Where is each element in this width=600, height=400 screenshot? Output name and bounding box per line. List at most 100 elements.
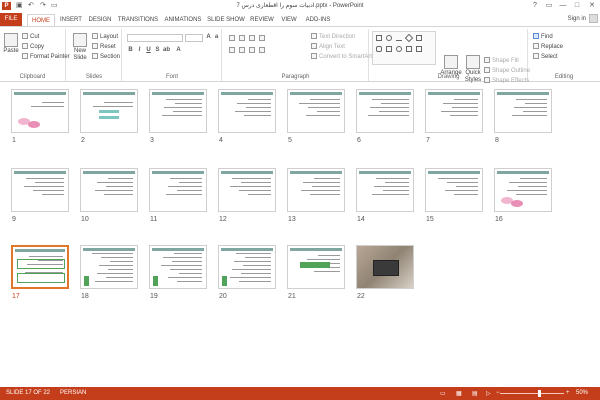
- slide-text-line: [166, 194, 202, 195]
- tab-review[interactable]: REVIEW: [249, 14, 275, 26]
- font-color-icon[interactable]: A: [175, 47, 182, 54]
- shape-line-icon[interactable]: [396, 35, 402, 41]
- avatar[interactable]: [589, 14, 598, 23]
- shape-outline-button[interactable]: Shape Outline: [484, 67, 530, 75]
- slide-thumbnail[interactable]: [494, 89, 552, 133]
- arrange-button[interactable]: Arrange: [440, 55, 462, 77]
- grow-font-icon[interactable]: A: [205, 34, 212, 41]
- strikethrough-icon[interactable]: ab: [163, 47, 170, 54]
- tab-insert[interactable]: INSERT: [58, 14, 84, 26]
- reset-button[interactable]: Reset: [92, 43, 116, 51]
- replace-button[interactable]: Replace: [533, 43, 563, 51]
- find-button[interactable]: Find: [533, 33, 553, 41]
- bullets-icon[interactable]: [229, 35, 235, 41]
- slide-text-line: [175, 103, 202, 104]
- slide-thumbnail[interactable]: [149, 168, 207, 212]
- cut-button[interactable]: Cut: [22, 33, 39, 41]
- format-painter-button[interactable]: Format Painter: [22, 53, 70, 61]
- align-center-icon[interactable]: [239, 47, 245, 53]
- shape-oval-icon[interactable]: [386, 35, 392, 41]
- copy-button[interactable]: Copy: [22, 43, 44, 51]
- align-right-icon[interactable]: [249, 47, 255, 53]
- zoom-slider-thumb[interactable]: [538, 390, 541, 397]
- convert-smartart-button[interactable]: Convert to SmartArt: [311, 53, 372, 61]
- sign-in-link[interactable]: Sign in: [568, 16, 586, 22]
- close-icon[interactable]: ✕: [585, 1, 599, 11]
- underline-icon[interactable]: U: [145, 47, 152, 54]
- zoom-out-button[interactable]: −: [496, 390, 500, 396]
- justify-icon[interactable]: [259, 47, 265, 53]
- slide-thumbnail[interactable]: [425, 168, 483, 212]
- italic-icon[interactable]: I: [136, 47, 143, 54]
- bold-icon[interactable]: B: [127, 47, 134, 54]
- maximize-icon[interactable]: □: [570, 1, 584, 11]
- slide-thumbnail[interactable]: [356, 245, 414, 289]
- zoom-slider[interactable]: [500, 393, 564, 394]
- slide-sorter-view-icon[interactable]: ▦: [456, 390, 462, 397]
- shape-fill-button[interactable]: Shape Fill: [484, 57, 519, 65]
- slide-thumbnail[interactable]: [149, 89, 207, 133]
- numbering-icon[interactable]: [239, 35, 245, 41]
- slide-thumbnail[interactable]: [218, 89, 276, 133]
- slide-thumbnail[interactable]: [218, 168, 276, 212]
- ribbon-display-icon[interactable]: ▭: [542, 1, 556, 11]
- shape-triangle-icon[interactable]: [386, 46, 392, 52]
- slide-thumbnail[interactable]: [80, 89, 138, 133]
- tab-view[interactable]: VIEW: [279, 14, 299, 26]
- align-text-button[interactable]: Align Text: [311, 43, 345, 51]
- shadow-icon[interactable]: S: [154, 47, 161, 54]
- shape-rounded-rect-icon[interactable]: [376, 46, 382, 52]
- align-left-icon[interactable]: [229, 47, 235, 53]
- increase-indent-icon[interactable]: [259, 35, 265, 41]
- slideshow-view-icon[interactable]: ▷: [486, 390, 491, 397]
- shape-diamond-icon[interactable]: [404, 33, 414, 43]
- zoom-in-button[interactable]: +: [566, 390, 570, 396]
- layout-button[interactable]: Layout: [92, 33, 118, 41]
- shapes-gallery[interactable]: [372, 31, 436, 65]
- shrink-font-icon[interactable]: a: [213, 34, 220, 41]
- normal-view-icon[interactable]: ▭: [440, 390, 446, 397]
- slide-thumbnail[interactable]: [356, 89, 414, 133]
- slide-thumbnail[interactable]: [11, 168, 69, 212]
- slide-thumbnail[interactable]: [80, 245, 138, 289]
- tab-file[interactable]: FILE: [0, 13, 22, 26]
- slide-thumbnail[interactable]: [11, 89, 69, 133]
- slide-text-line: [246, 107, 271, 108]
- tab-animations[interactable]: ANIMATIONS: [163, 14, 203, 26]
- slide-thumbnail[interactable]: [11, 245, 69, 289]
- tab-add-ins[interactable]: ADD-INS: [303, 14, 333, 26]
- select-button[interactable]: Select: [533, 53, 558, 61]
- slide-thumbnail[interactable]: [80, 168, 138, 212]
- help-icon[interactable]: ?: [528, 1, 542, 11]
- zoom-level[interactable]: 50%: [576, 390, 588, 396]
- minimize-icon[interactable]: —: [556, 1, 570, 11]
- quick-styles-button[interactable]: Quick Styles: [462, 55, 484, 84]
- slide-thumbnail[interactable]: [287, 245, 345, 289]
- paste-button[interactable]: Paste: [2, 33, 20, 55]
- language-indicator[interactable]: PERSIAN: [60, 390, 86, 396]
- slide-number: 3: [150, 137, 154, 144]
- slide-thumbnail[interactable]: [287, 89, 345, 133]
- tab-design[interactable]: DESIGN: [86, 14, 114, 26]
- reading-view-icon[interactable]: ▤: [472, 390, 478, 397]
- shape-rectangle-icon[interactable]: [376, 35, 382, 41]
- tab-transitions[interactable]: TRANSITIONS: [117, 14, 159, 26]
- slide-thumbnail[interactable]: [218, 245, 276, 289]
- slide-thumbnail[interactable]: [425, 89, 483, 133]
- tab-home[interactable]: HOME: [27, 14, 55, 26]
- slide-thumbnail[interactable]: [494, 168, 552, 212]
- new-slide-button[interactable]: New Slide: [70, 33, 90, 62]
- decrease-indent-icon[interactable]: [249, 35, 255, 41]
- tab-slide-show[interactable]: SLIDE SHOW: [207, 14, 245, 26]
- slide-thumbnail[interactable]: [356, 168, 414, 212]
- text-direction-button[interactable]: Text Direction: [311, 33, 355, 41]
- slide-thumbnail[interactable]: [287, 168, 345, 212]
- font-size-input[interactable]: [185, 34, 203, 42]
- section-button[interactable]: Section: [92, 53, 120, 61]
- shape-circle-icon[interactable]: [396, 46, 402, 52]
- font-name-input[interactable]: [127, 34, 183, 42]
- shape-arrow-icon[interactable]: [406, 46, 412, 52]
- shape-textbox-icon[interactable]: [416, 35, 422, 41]
- slide-thumbnail[interactable]: [149, 245, 207, 289]
- shape-star-icon[interactable]: [416, 46, 422, 52]
